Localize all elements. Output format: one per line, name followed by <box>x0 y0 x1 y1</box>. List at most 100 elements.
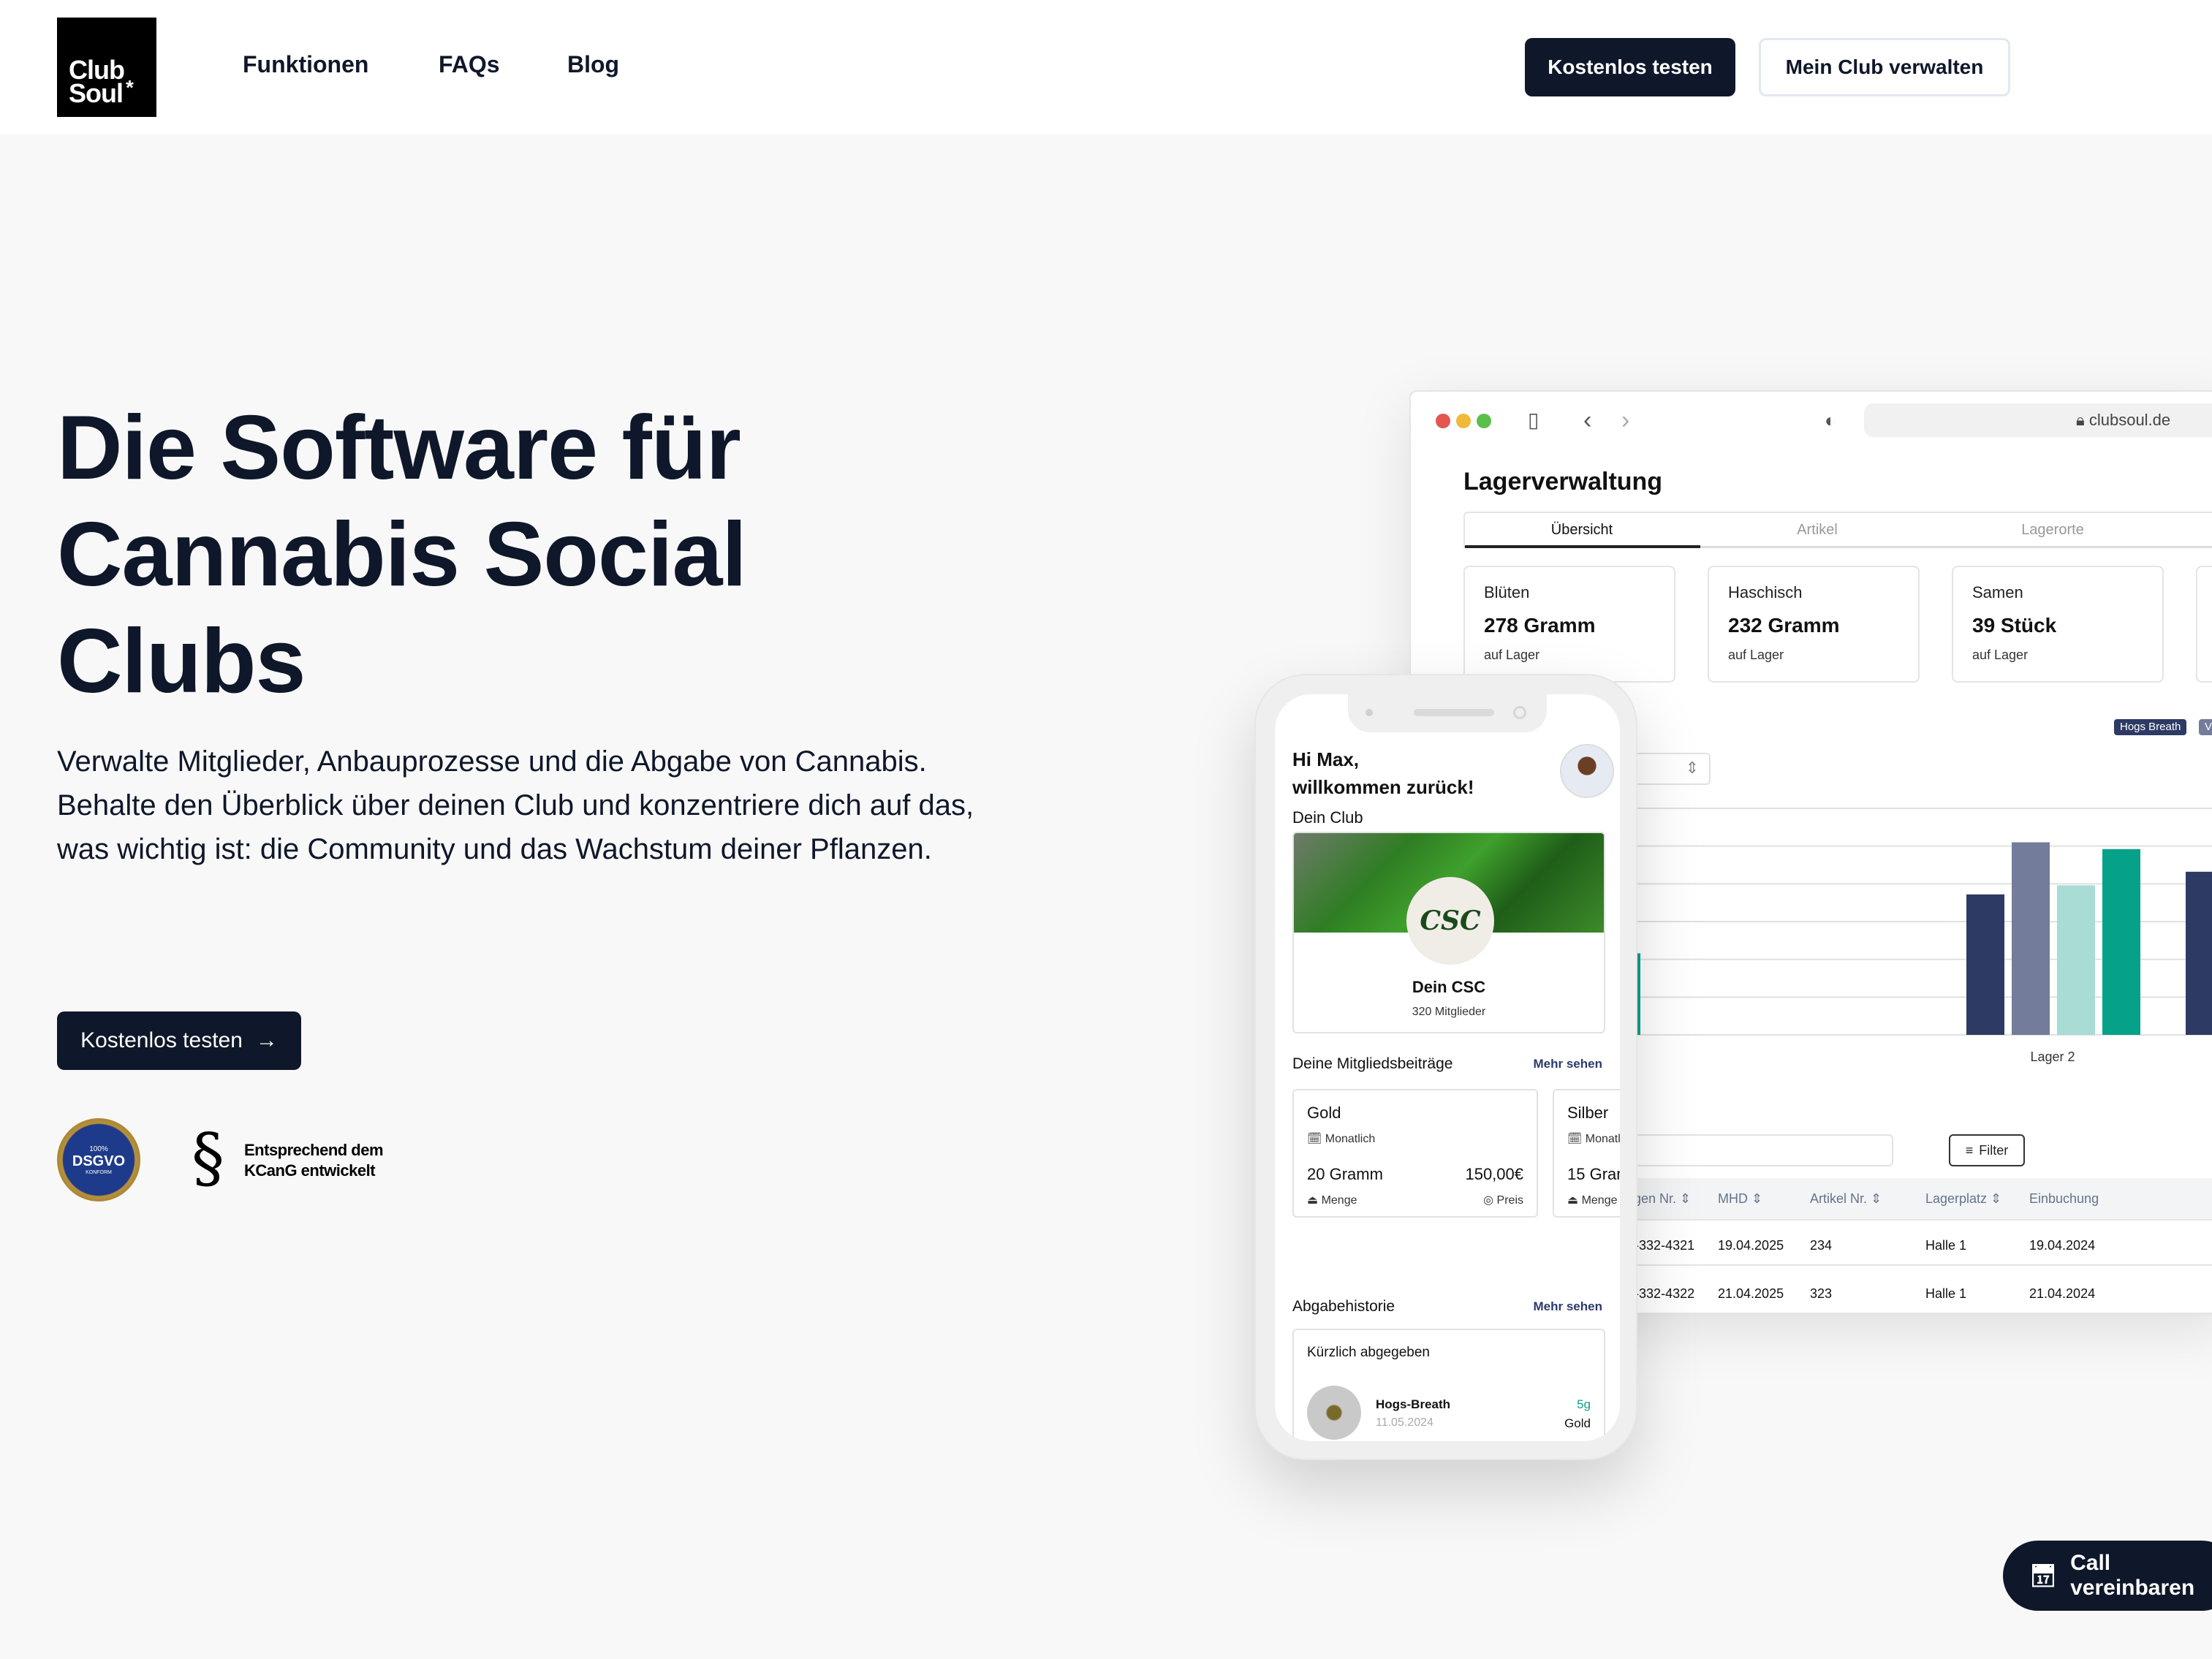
fee-amount-label-text: Menge <box>1581 1194 1618 1207</box>
dsgvo-badge-bottom: KONFORM <box>86 1169 112 1175</box>
table-cell: 19.04.2025 <box>1718 1238 1784 1253</box>
greeting-line-2: willkommen zurück! <box>1292 776 1474 798</box>
fee-amount-label: ⏏︎ Menge <box>1567 1193 1618 1207</box>
stat-value: 232 Gramm <box>1728 614 1840 637</box>
logo-line-2: Soul <box>69 78 124 108</box>
hero-cta-button[interactable]: Kostenlos testen → <box>57 1011 301 1070</box>
stat-label: Blüten <box>1484 583 1530 601</box>
product-thumbnail <box>1307 1386 1361 1440</box>
nav-faqs[interactable]: FAQs <box>439 51 500 78</box>
greeting: Hi Max, willkommen zurück! <box>1292 745 1474 801</box>
inventory-title: Lagerverwaltung <box>1463 468 1663 496</box>
fee-price-label-text: Preis <box>1496 1194 1523 1207</box>
manage-club-button[interactable]: Mein Club verwalten <box>1759 38 2010 96</box>
legend-hogs-breath[interactable]: Hogs Breath <box>2114 719 2187 735</box>
fee-period-text: Monatlich <box>1585 1133 1620 1145</box>
x-tick-label: Lager 2 <box>2030 1049 2075 1064</box>
logo-asterisk: * <box>126 76 134 99</box>
column-header[interactable]: Einbuchung <box>2029 1191 2099 1207</box>
filter-label: Filter <box>1979 1142 2009 1158</box>
history-item-tier: Gold <box>1564 1416 1591 1430</box>
free-trial-button[interactable]: Kostenlos testen <box>1525 38 1735 96</box>
paragraph-icon: § <box>192 1120 224 1196</box>
kcang-line-1: Entsprechend dem <box>244 1141 384 1159</box>
column-header[interactable]: Artikel Nr. ⇕ <box>1810 1191 1882 1207</box>
schedule-call-label: Call vereinbaren <box>2070 1551 2195 1600</box>
calendar-icon: 📅︎ <box>2029 1563 2058 1588</box>
history-item-date: 11.05.2024 <box>1376 1416 1433 1429</box>
site-header: Club Soul * Funktionen FAQs Blog Kostenl… <box>0 0 2212 134</box>
url-text: 🔒︎ clubsoul.de <box>2076 411 2170 430</box>
weight-icon: ⏏︎ <box>1567 1194 1579 1207</box>
column-header[interactable]: Lagerplatz ⇕ <box>1925 1191 2001 1207</box>
nav-funktionen[interactable]: Funktionen <box>243 51 368 78</box>
stat-label: Haschisch <box>1728 583 1803 601</box>
dsgvo-badge: 100% DSGVO KONFORM <box>57 1118 140 1201</box>
column-header[interactable]: MHD ⇕ <box>1718 1191 1762 1207</box>
legend-vi[interactable]: Vi <box>2199 719 2212 735</box>
shield-icon: ◐ <box>1825 409 1836 431</box>
tab-artikel[interactable]: Artikel <box>1700 522 1934 539</box>
window-close-dot <box>1436 414 1450 428</box>
table-row[interactable]: g2343-332-432119.04.2025234Halle 119.04.… <box>1542 1225 2212 1266</box>
fee-amount: 20 Gramm <box>1307 1165 1383 1183</box>
tab-uebersicht[interactable]: Übersicht <box>1465 522 1699 539</box>
club-card[interactable]: CSC Dein CSC 320 Mitglieder <box>1292 832 1605 1033</box>
coins-icon: ◎ <box>1483 1194 1494 1207</box>
lock-icon: 🔒︎ <box>2076 411 2085 429</box>
stat-sub: auf Lager <box>1972 648 2029 662</box>
nav-blog[interactable]: Blog <box>567 51 619 78</box>
filter-button[interactable]: ≡ Filter <box>1949 1134 2025 1166</box>
fee-card-silber[interactable]: Silber 🗓︎ Monatlich 15 Gramm ⏏︎ Menge <box>1553 1089 1620 1218</box>
stat-label: Samen <box>1972 583 2023 601</box>
hero-title: Die Software für Cannabis Social Clubs <box>57 398 747 712</box>
tab-lagerorte[interactable]: Lagerorte <box>1936 522 2170 539</box>
clubsoul-logo[interactable]: Club Soul * <box>57 18 156 117</box>
table-cell: 21.04.2025 <box>1718 1286 1784 1301</box>
history-card: Kürzlich abgegeben Hogs-Breath 11.05.202… <box>1292 1329 1605 1441</box>
table-row[interactable]: g2343-332-432221.04.2025323Halle 121.04.… <box>1542 1273 2212 1314</box>
history-more-link[interactable]: Mehr sehen <box>1534 1299 1602 1314</box>
fee-period-text: Monatlich <box>1325 1133 1376 1145</box>
schedule-call-button[interactable]: 📅︎ Call vereinbaren <box>2003 1541 2212 1611</box>
table-cell: Halle 1 <box>1925 1238 1967 1253</box>
history-section-label: Abgabehistorie <box>1292 1298 1395 1315</box>
fee-amount-label-text: Menge <box>1321 1194 1357 1207</box>
fees-more-link[interactable]: Mehr sehen <box>1534 1057 1602 1071</box>
table-header: nge ⇕Chargen Nr. ⇕MHD ⇕Artikel Nr. ⇕Lage… <box>1542 1178 2212 1220</box>
bar-hogs-breath-lager-2 <box>1966 894 2004 1035</box>
calendar-clock-icon: 🗓︎ <box>1307 1133 1322 1145</box>
dsgvo-badge-top: 100% <box>89 1144 108 1153</box>
stat-card-haschisch: Haschisch 232 Gramm auf Lager <box>1708 566 1920 683</box>
calendar-clock-icon: 🗓︎ <box>1567 1133 1583 1145</box>
sensor-dot <box>1366 709 1373 716</box>
bar-serie-3-lager-2 <box>2057 885 2095 1035</box>
history-item-name: Hogs-Breath <box>1376 1397 1451 1411</box>
avatar[interactable] <box>1560 744 1614 798</box>
fee-amount: 15 Gramm <box>1567 1165 1620 1183</box>
club-name: Dein CSC <box>1412 978 1486 996</box>
url-value: clubsoul.de <box>2088 411 2171 429</box>
stat-sub: auf Lager <box>1728 648 1784 662</box>
fee-card-gold[interactable]: Gold 🗓︎ Monatlich 20 Gramm ⏏︎ Menge 150,… <box>1292 1089 1538 1218</box>
bar-vi-lager-2 <box>2012 842 2050 1035</box>
chevron-updown-icon: ⇕ <box>1685 759 1699 777</box>
hero-cta-label: Kostenlos testen <box>80 1028 243 1052</box>
phone-notch <box>1348 694 1547 732</box>
kcang-note: Entsprechend dem KCanG entwickelt <box>244 1140 384 1181</box>
forward-icon: › <box>1621 406 1630 434</box>
bar-hogs-breath-lager-3 <box>2186 871 2212 1035</box>
fee-amount-label: ⏏︎ Menge <box>1307 1193 1357 1207</box>
fee-period: 🗓︎ Monatlich <box>1567 1131 1620 1146</box>
arrow-right-icon: → <box>255 1028 278 1052</box>
filter-icon: ≡ <box>1965 1142 1974 1158</box>
fee-price: 150,00€ <box>1465 1165 1523 1183</box>
kcang-line-2: KCanG entwickelt <box>244 1161 376 1180</box>
weight-icon: ⏏︎ <box>1307 1194 1319 1207</box>
camera-icon <box>1513 706 1526 719</box>
table-cell: Halle 1 <box>1925 1286 1967 1301</box>
fee-price-label: ◎ Preis <box>1483 1193 1523 1207</box>
window-maximize-dot <box>1477 414 1491 428</box>
stat-value: 278 Gramm <box>1484 614 1596 637</box>
address-bar[interactable]: 🔒︎ clubsoul.de <box>1864 403 2212 437</box>
